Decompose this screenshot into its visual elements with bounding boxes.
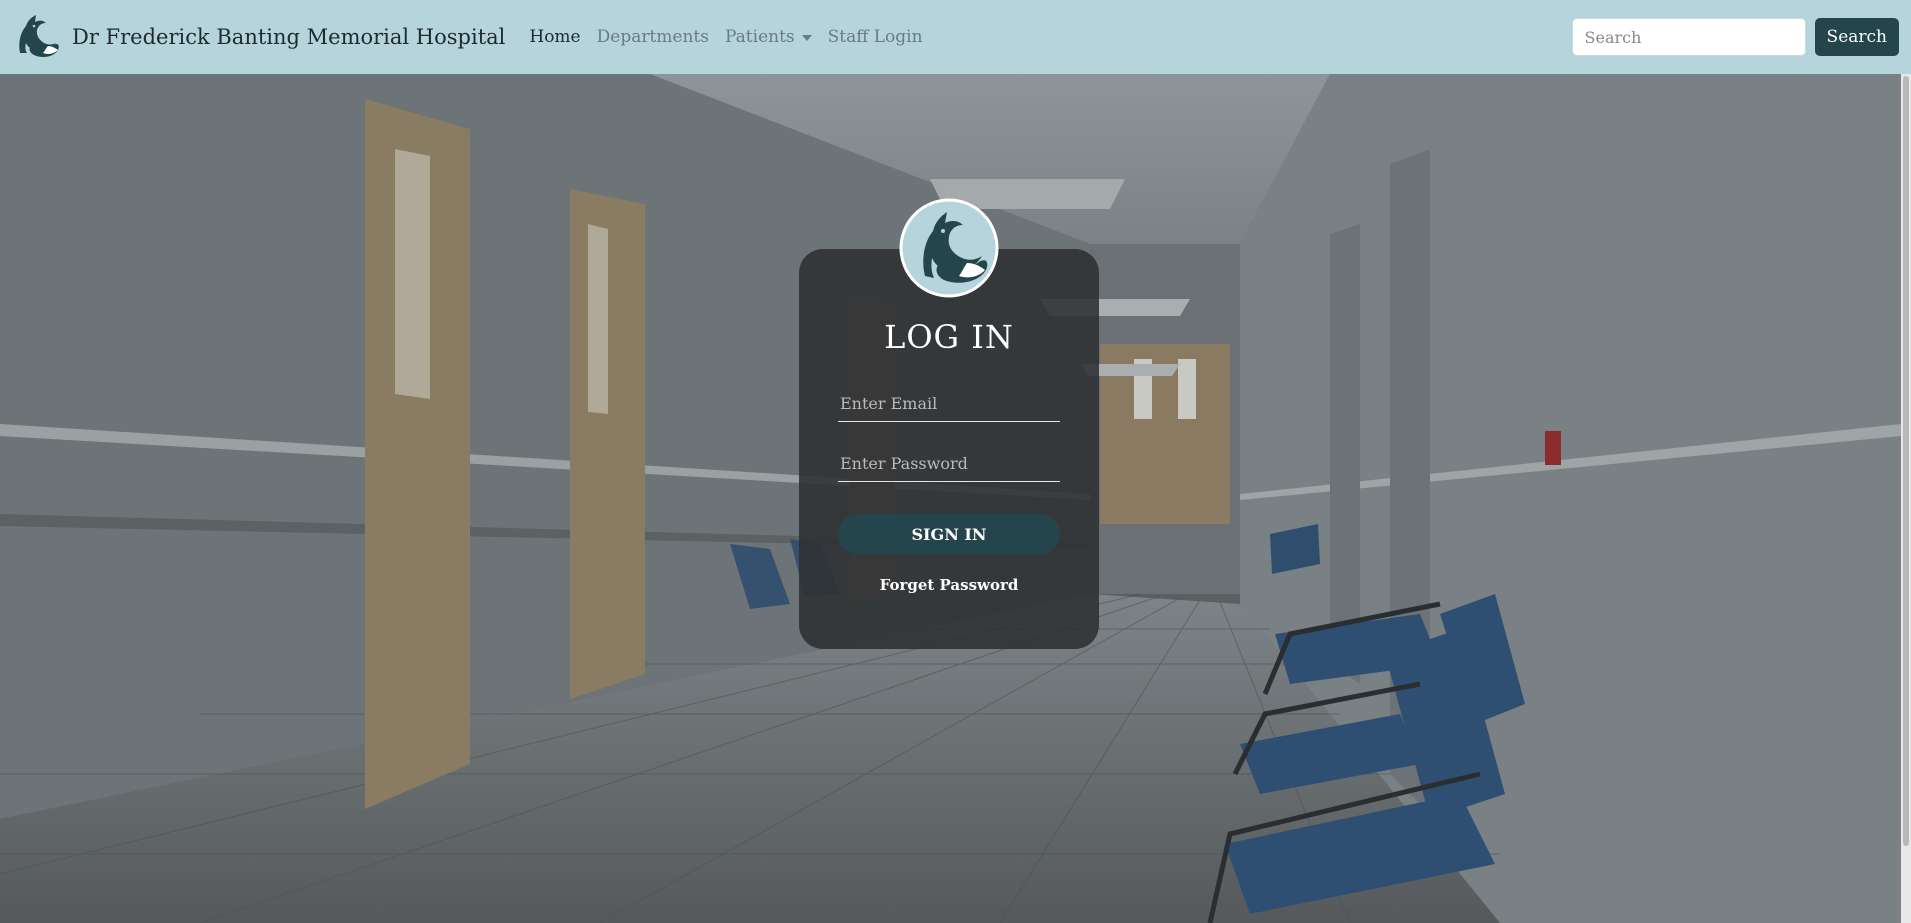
nav-staff-login[interactable]: Staff Login [828, 27, 923, 47]
nav-home[interactable]: Home [529, 27, 580, 47]
navbar: Dr Frederick Banting Memorial Hospital H… [0, 0, 1911, 74]
nav-patients-label: Patients [724, 27, 795, 47]
page-scrollbar[interactable] [1901, 74, 1911, 923]
password-field[interactable] [838, 446, 1060, 482]
forgot-password-link[interactable]: Forget Password [799, 576, 1099, 594]
nav-links: Home Departments Patients Staff Login [529, 27, 922, 47]
search-button[interactable]: Search [1814, 18, 1899, 56]
nav-patients-dropdown[interactable]: Patients [725, 27, 812, 47]
search-input[interactable] [1571, 18, 1806, 56]
brand[interactable]: Dr Frederick Banting Memorial Hospital [12, 13, 505, 61]
fox-logo-icon [19, 15, 59, 58]
nav-departments[interactable]: Departments [597, 27, 709, 47]
sign-in-button[interactable]: SIGN IN [838, 514, 1060, 554]
login-title: LOG IN [884, 318, 1014, 356]
search-form: Search [1571, 18, 1899, 56]
email-field[interactable] [838, 386, 1060, 422]
caret-down-icon [801, 34, 812, 41]
brand-name: Dr Frederick Banting Memorial Hospital [72, 25, 506, 49]
scrollbar-thumb[interactable] [1903, 76, 1909, 846]
fox-logo-icon [899, 198, 999, 298]
